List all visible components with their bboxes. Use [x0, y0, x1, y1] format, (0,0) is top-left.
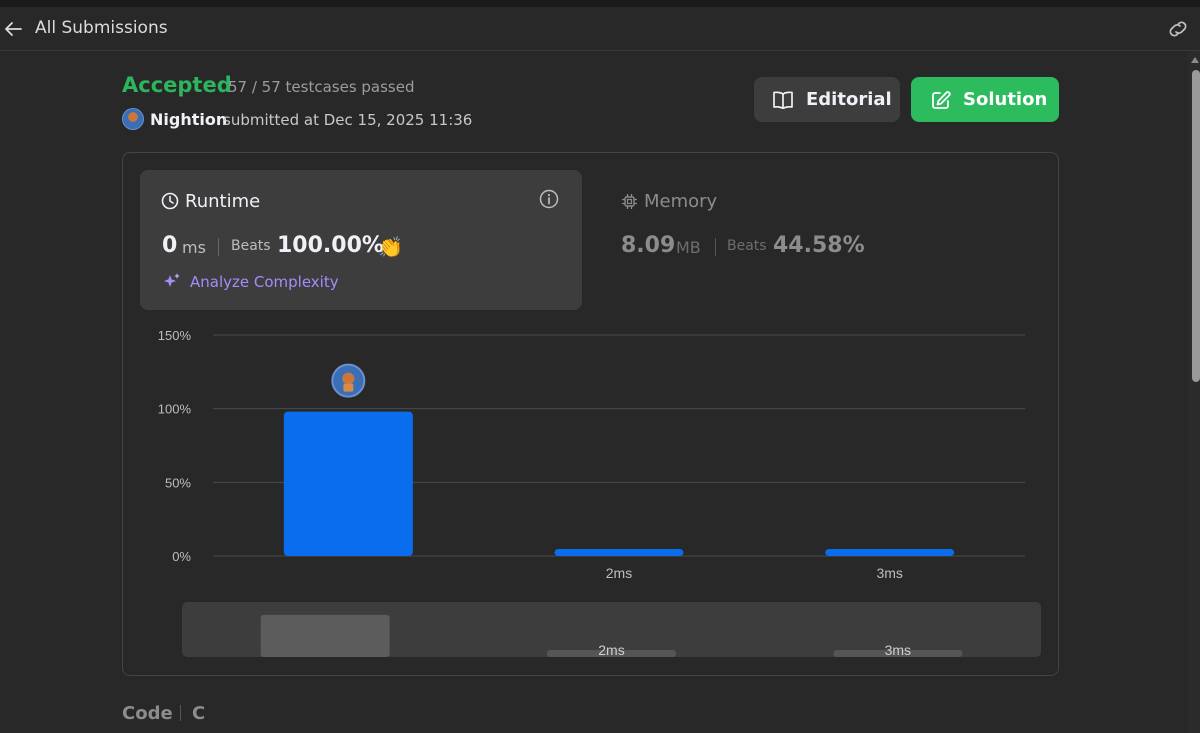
runtime-distribution-chart: 0% 50% 100% 150% 2ms 3ms 2ms 3ms	[158, 328, 1041, 658]
y-tick-label: 50%	[165, 475, 191, 490]
user-marker-avatar-face	[342, 372, 355, 385]
overview-tick-label: 2ms	[598, 642, 624, 658]
chart-bar[interactable]	[554, 549, 684, 556]
x-tick-label: 2ms	[606, 565, 632, 581]
code-section-label: Code	[122, 703, 173, 724]
y-tick-label: 100%	[158, 402, 192, 417]
y-tick-label: 0%	[172, 549, 191, 564]
chart-bar[interactable]	[825, 549, 955, 556]
overview-tick-label: 3ms	[885, 642, 911, 658]
chart-bar[interactable]	[283, 411, 413, 556]
overview-bar	[260, 614, 390, 657]
code-divider	[180, 705, 181, 721]
code-language: C	[192, 703, 206, 724]
user-marker-avatar-body	[343, 383, 354, 392]
x-tick-label: 3ms	[876, 565, 902, 581]
y-tick-label: 150%	[158, 328, 192, 343]
